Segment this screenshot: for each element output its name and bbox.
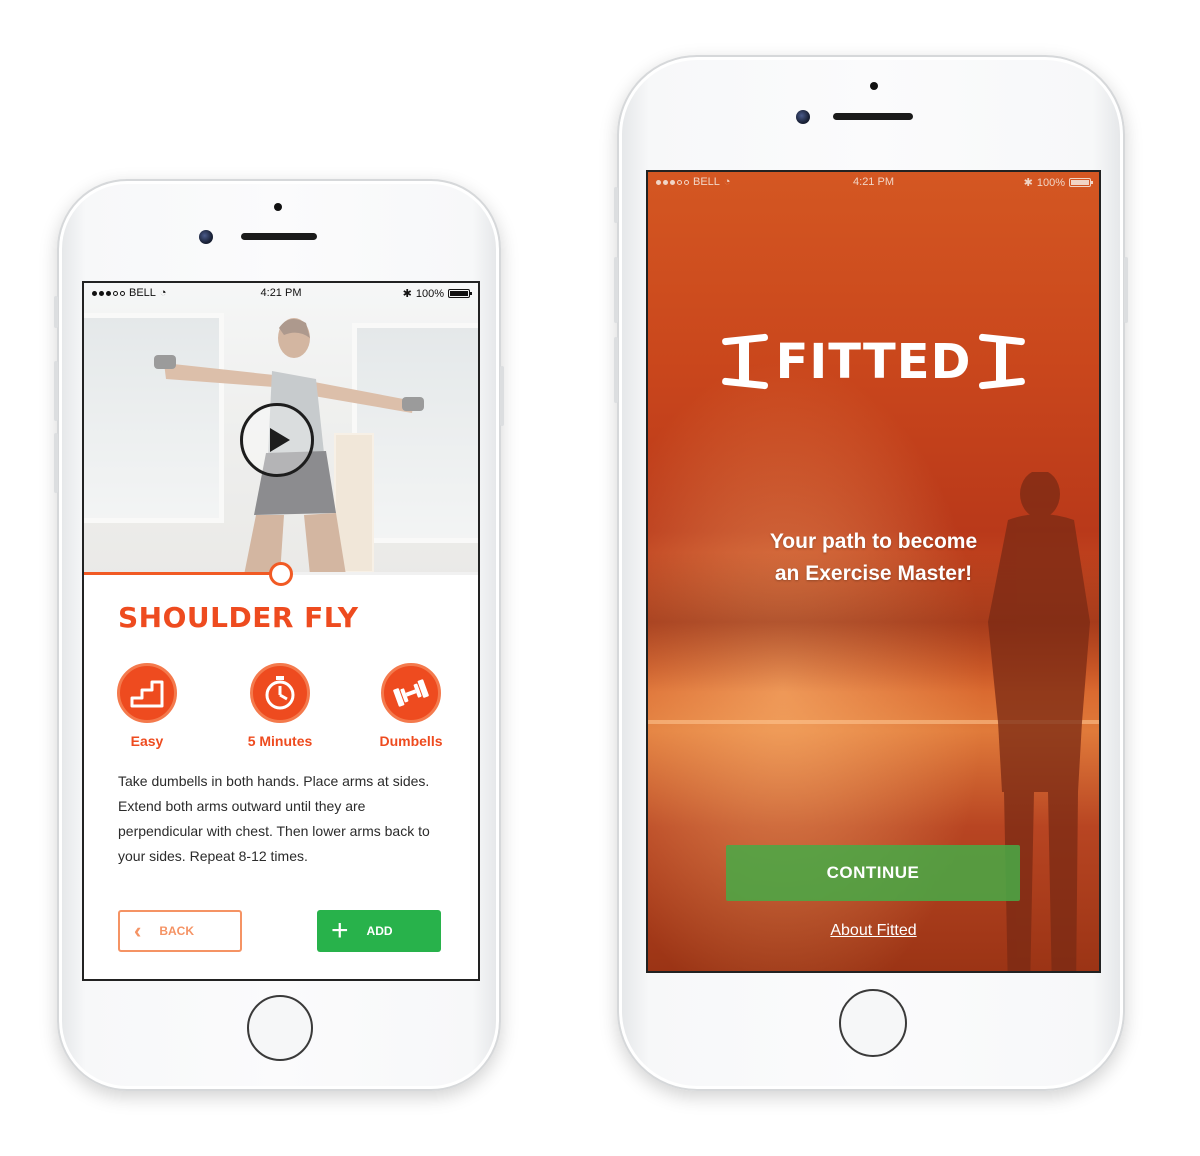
- stairs-icon: [117, 663, 177, 723]
- proximity-sensor: [274, 203, 282, 211]
- plus-icon: +: [331, 914, 349, 947]
- tagline: Your path to become an Exercise Master!: [648, 526, 1099, 590]
- logo-wordmark: FITTED: [775, 334, 972, 390]
- dumbbell-right-icon: [979, 333, 1026, 390]
- front-camera: [199, 230, 213, 244]
- play-icon: [270, 428, 290, 452]
- right-phone: BELL ◔ 4:21 PM ✱ 100% FITTED Your path t…: [614, 55, 1128, 1091]
- about-fitted-link[interactable]: About Fitted: [648, 922, 1099, 940]
- video-progress-knob[interactable]: [269, 562, 293, 586]
- home-button[interactable]: [839, 989, 907, 1057]
- difficulty-label: Easy: [130, 733, 164, 749]
- duration-label: 5 Minutes: [247, 733, 313, 749]
- home-button[interactable]: [247, 995, 313, 1061]
- proximity-sensor: [870, 82, 878, 90]
- tagline-line-1: Your path to become: [769, 530, 978, 553]
- front-camera: [796, 110, 810, 124]
- battery-percent: 100%: [415, 287, 444, 300]
- dumbbell-left-icon: [721, 333, 768, 390]
- add-button[interactable]: + ADD: [317, 910, 441, 952]
- exercise-detail-screen: BELL ◔ 4:21 PM ✱ 100% SHOULDER FLY Easy: [82, 281, 480, 981]
- battery-icon: [448, 289, 472, 298]
- continue-button[interactable]: CONTINUE: [726, 845, 1020, 901]
- play-button[interactable]: [240, 403, 314, 477]
- volume-up-button: [54, 361, 58, 421]
- battery-icon: [1069, 178, 1093, 187]
- equipment-label: Dumbells: [379, 733, 443, 749]
- dumbbell-icon: [381, 663, 441, 723]
- mute-switch: [54, 296, 58, 328]
- video-progress-bar[interactable]: [84, 562, 478, 586]
- bluetooth-icon: ✱: [402, 288, 412, 300]
- left-phone: BELL ◔ 4:21 PM ✱ 100% SHOULDER FLY Easy: [54, 179, 504, 1091]
- mute-switch: [614, 187, 618, 223]
- back-button-label: BACK: [159, 924, 194, 938]
- volume-up-button: [614, 257, 618, 323]
- bluetooth-icon: ✱: [1023, 177, 1033, 189]
- power-button: [1124, 257, 1128, 323]
- equipment-stat: Dumbells: [356, 663, 466, 749]
- earpiece-speaker: [833, 113, 913, 120]
- earpiece-speaker: [241, 233, 317, 240]
- volume-down-button: [54, 433, 58, 493]
- stopwatch-icon: [250, 663, 310, 723]
- right-status-bar: BELL ◔ 4:21 PM ✱ 100%: [648, 172, 1099, 192]
- fitted-logo: FITTED: [648, 332, 1099, 392]
- exercise-title: SHOULDER FLY: [118, 601, 359, 634]
- video-progress-fill: [84, 572, 281, 575]
- welcome-screen: BELL ◔ 4:21 PM ✱ 100% FITTED Your path t…: [646, 170, 1101, 973]
- add-button-label: ADD: [366, 924, 393, 938]
- duration-stat: 5 Minutes: [225, 663, 335, 749]
- volume-down-button: [614, 337, 618, 403]
- difficulty-stat: Easy: [92, 663, 202, 749]
- tagline-line-2: an Exercise Master!: [774, 562, 973, 585]
- exercise-description: Take dumbells in both hands. Place arms …: [118, 773, 430, 864]
- power-button: [500, 366, 504, 426]
- exercise-video[interactable]: [84, 283, 478, 575]
- left-status-bar: BELL ◔ 4:21 PM ✱ 100%: [84, 283, 478, 303]
- back-button[interactable]: ‹ BACK: [118, 910, 242, 952]
- chevron-left-icon: ‹: [134, 918, 142, 943]
- battery-percent: 100%: [1036, 176, 1065, 189]
